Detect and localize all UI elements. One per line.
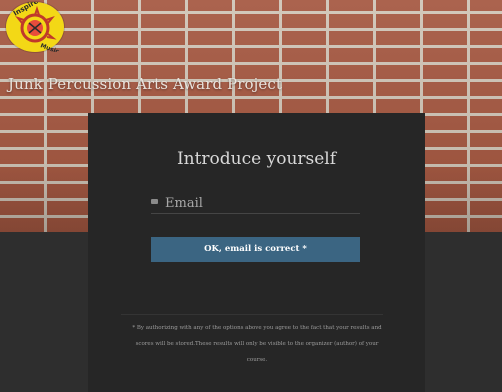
divider [121, 314, 383, 315]
login-panel: Introduce yourself OK, email is correct … [88, 113, 425, 392]
email-field-row [151, 193, 360, 214]
envelope-icon [151, 199, 158, 204]
panel-title: Introduce yourself [176, 149, 337, 169]
confirm-email-button[interactable]: OK, email is correct * [151, 237, 360, 262]
legal-notice: * By authorizing with any of the options… [132, 325, 382, 363]
svg-text:Music: Music [39, 42, 60, 52]
site-title: Junk Percussion Arts Award Project [8, 75, 283, 93]
inspire-music-logo-icon: Inspire Music [6, 2, 64, 52]
email-field[interactable] [165, 193, 360, 213]
